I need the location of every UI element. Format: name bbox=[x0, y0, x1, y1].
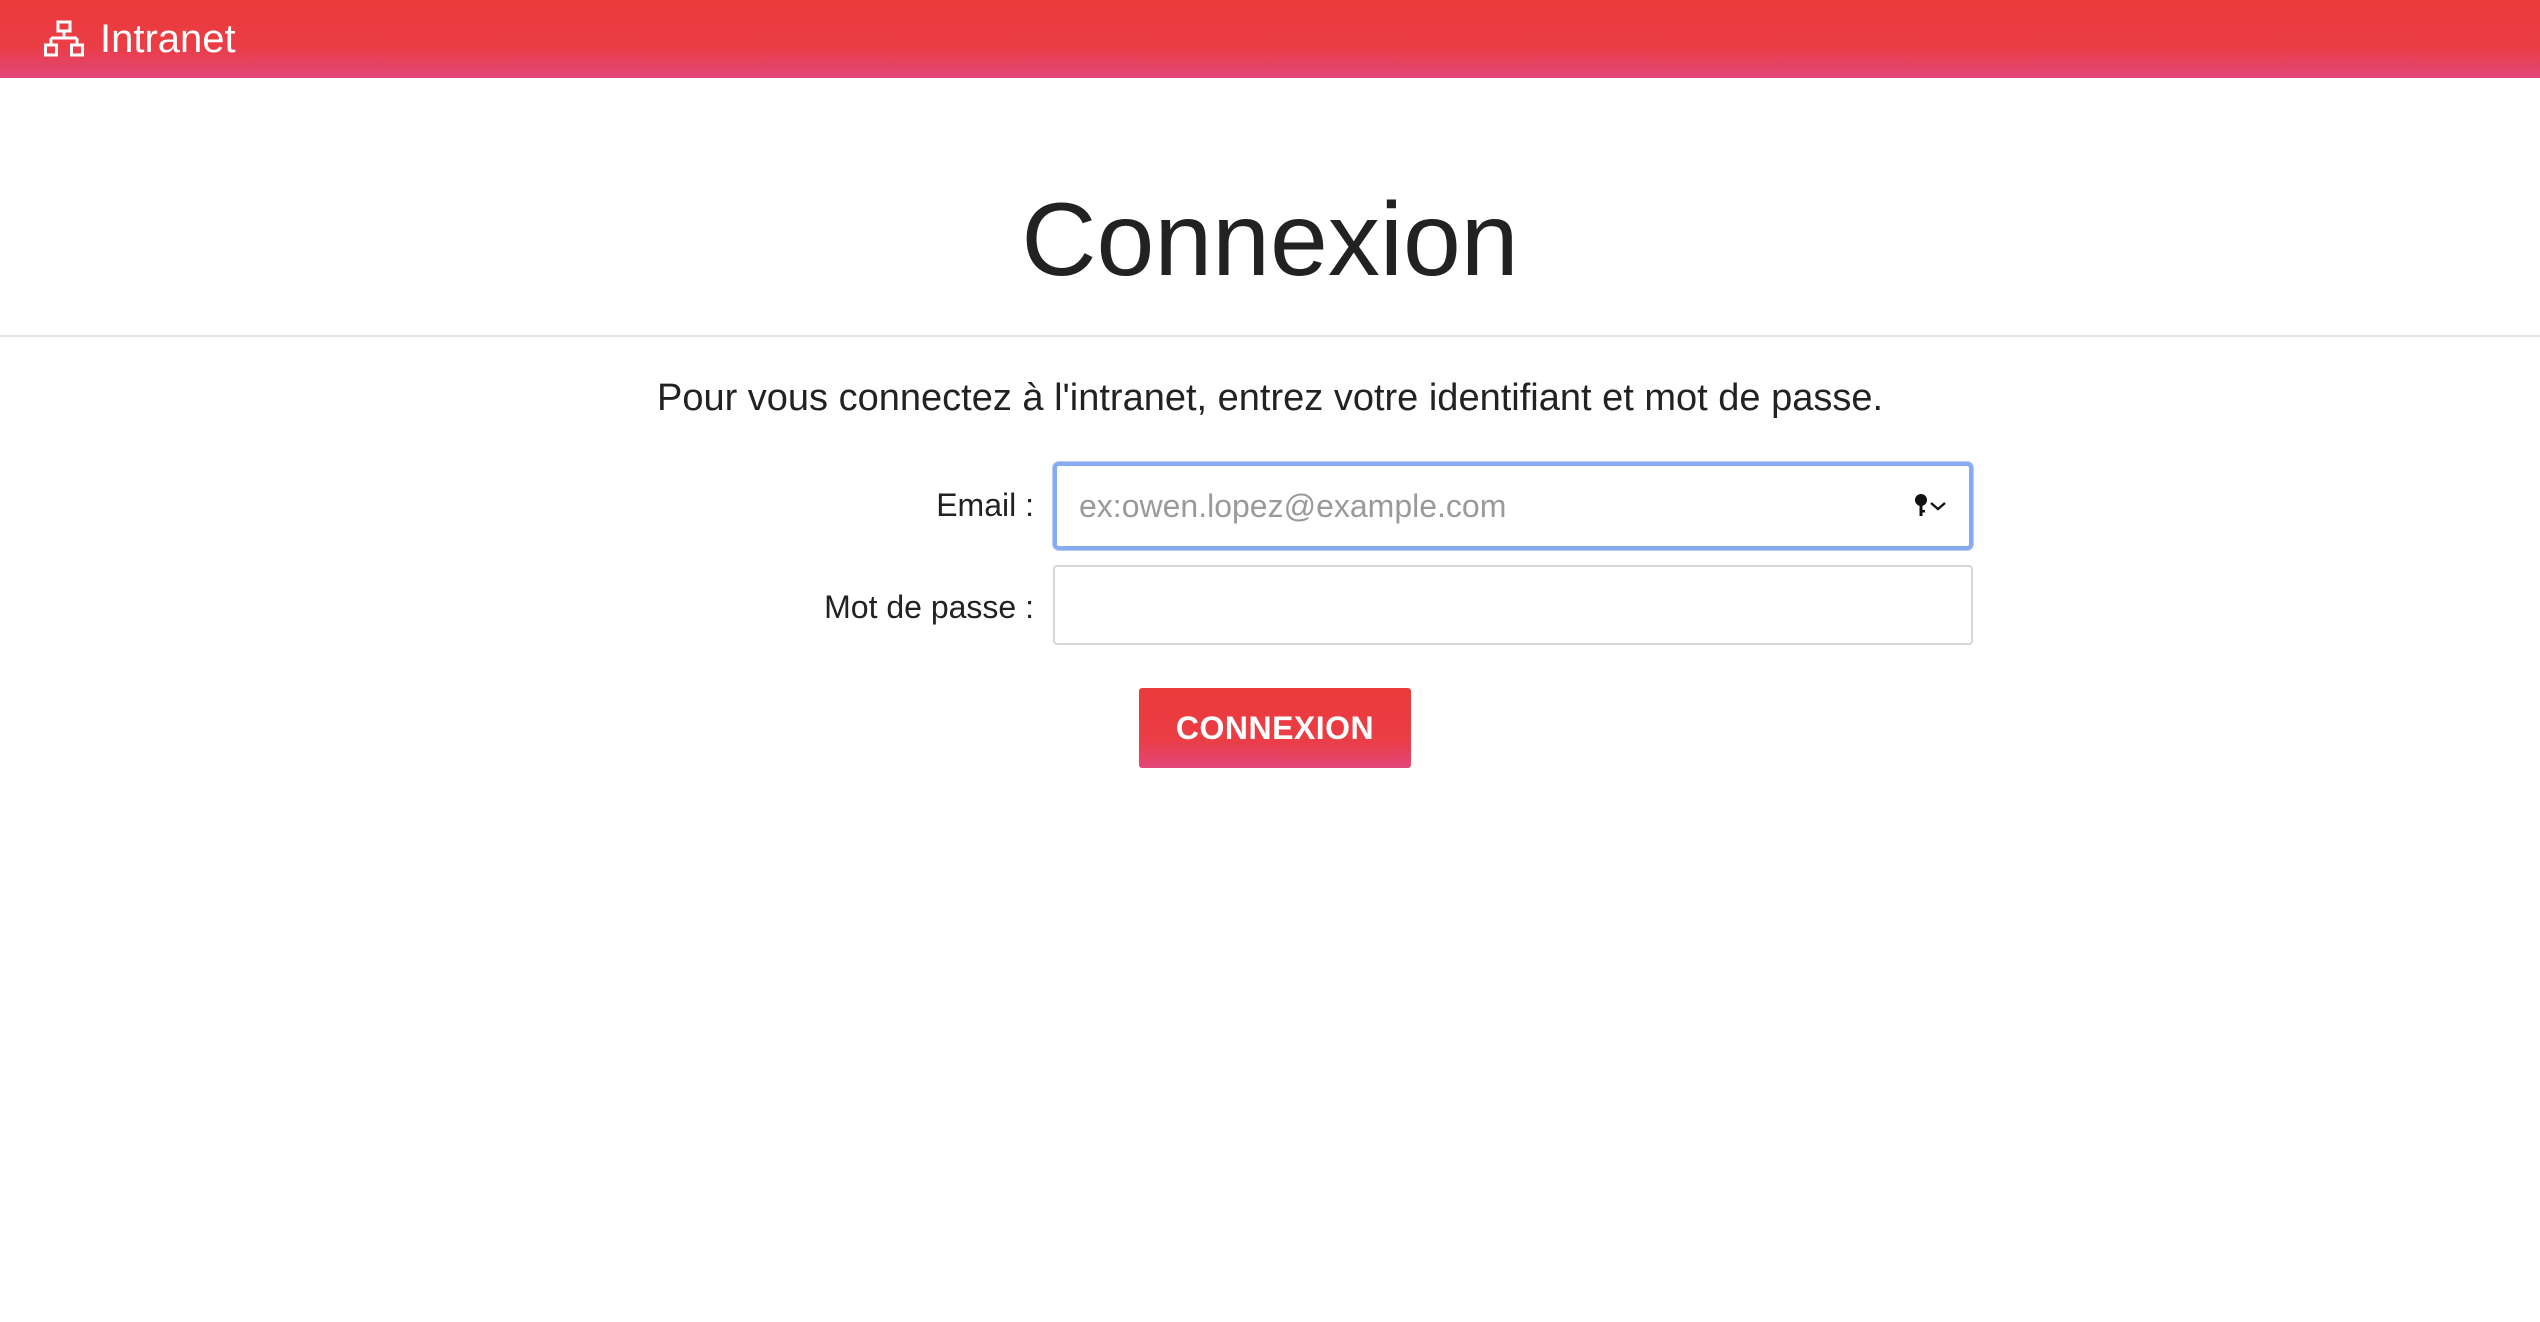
password-label: Mot de passe : bbox=[824, 589, 1034, 625]
page-title: Connexion bbox=[1021, 182, 1519, 298]
password-field-wrapper bbox=[1053, 565, 1973, 645]
email-field-wrapper bbox=[1053, 462, 1973, 550]
brand-link[interactable]: Intranet bbox=[44, 19, 236, 59]
login-submit-button[interactable]: CONNEXION bbox=[1139, 688, 1411, 768]
key-icon bbox=[1913, 493, 1929, 519]
top-navbar: Intranet bbox=[0, 0, 2540, 78]
login-instructions: Pour vous connectez à l'intranet, entrez… bbox=[656, 377, 1884, 419]
sitemap-icon bbox=[44, 19, 84, 59]
title-divider bbox=[0, 335, 2540, 337]
chevron-down-icon bbox=[1929, 500, 1947, 512]
password-autofill-button[interactable] bbox=[1913, 493, 1947, 519]
brand-label: Intranet bbox=[100, 17, 236, 61]
email-input[interactable] bbox=[1057, 466, 1969, 546]
email-label: Email : bbox=[936, 487, 1034, 523]
password-input[interactable] bbox=[1055, 567, 1971, 643]
